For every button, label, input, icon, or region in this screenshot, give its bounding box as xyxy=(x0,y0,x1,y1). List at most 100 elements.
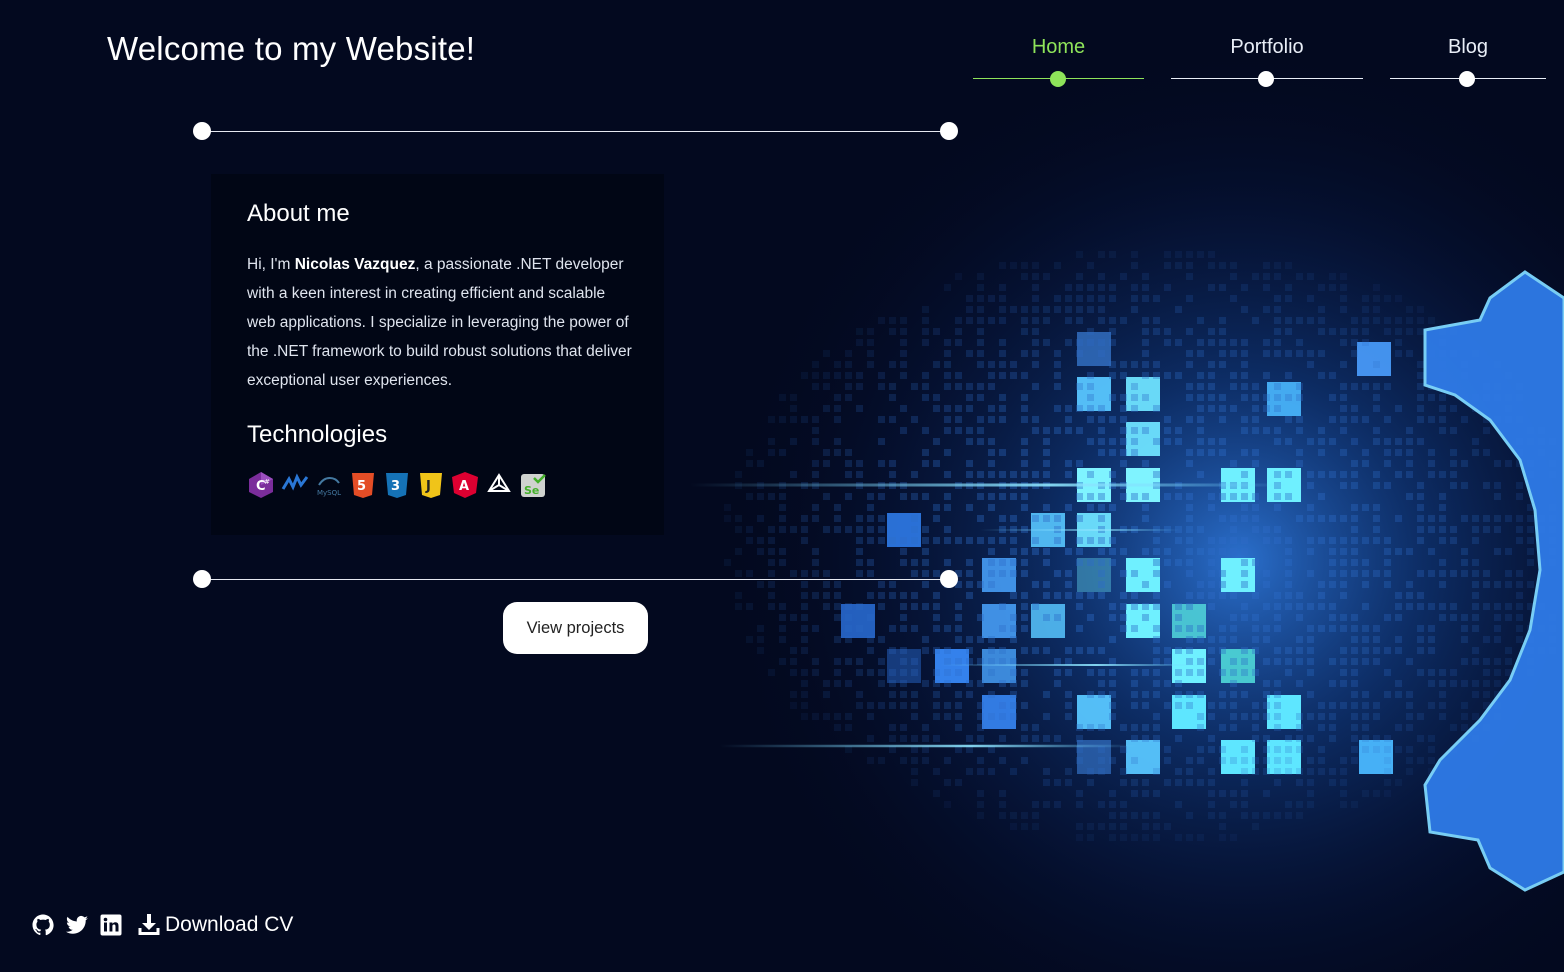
map-dot xyxy=(955,317,962,324)
map-dot xyxy=(977,438,984,445)
download-cv-link[interactable]: Download CV xyxy=(137,913,293,937)
map-dot xyxy=(1098,691,1105,698)
map-dot xyxy=(1032,581,1039,588)
map-dot xyxy=(933,702,940,709)
map-dot xyxy=(1208,636,1215,643)
twitter-icon[interactable] xyxy=(65,913,89,937)
map-dot xyxy=(1417,438,1424,445)
map-dot xyxy=(1263,658,1270,665)
map-dot xyxy=(878,636,885,643)
map-dot xyxy=(1120,834,1127,841)
map-dot xyxy=(1087,295,1094,302)
map-dot xyxy=(757,636,764,643)
map-dot xyxy=(878,493,885,500)
map-dot xyxy=(955,372,962,379)
map-dot xyxy=(988,636,995,643)
map-dot xyxy=(1285,570,1292,577)
map-dot xyxy=(1230,691,1237,698)
map-dot xyxy=(1208,570,1215,577)
map-dot xyxy=(735,592,742,599)
map-dot xyxy=(1307,537,1314,544)
map-dot xyxy=(1043,592,1050,599)
map-dot xyxy=(1428,416,1435,423)
map-dot xyxy=(955,713,962,720)
map-dot xyxy=(999,350,1006,357)
map-dot xyxy=(1010,548,1017,555)
map-dot xyxy=(1417,372,1424,379)
map-dot xyxy=(1109,295,1116,302)
map-dot xyxy=(1395,647,1402,654)
nav-portfolio[interactable]: Portfolio xyxy=(1171,36,1363,92)
map-dot xyxy=(977,317,984,324)
map-dot xyxy=(1329,559,1336,566)
map-dot xyxy=(1274,746,1281,753)
map-dot xyxy=(1274,658,1281,665)
map-dot xyxy=(1010,515,1017,522)
map-dot xyxy=(1065,284,1072,291)
map-dot xyxy=(1417,757,1424,764)
map-dot xyxy=(1087,691,1094,698)
map-dot xyxy=(1109,669,1116,676)
linkedin-icon[interactable] xyxy=(99,913,123,937)
map-dot xyxy=(1054,680,1061,687)
map-dot xyxy=(1417,735,1424,742)
map-dot xyxy=(1208,251,1215,258)
map-dot xyxy=(988,559,995,566)
map-dot xyxy=(1076,427,1083,434)
map-dot xyxy=(878,438,885,445)
map-dot xyxy=(1494,658,1501,665)
github-icon[interactable] xyxy=(31,913,55,937)
nav-portfolio-label: Portfolio xyxy=(1230,36,1304,58)
view-projects-button[interactable]: View projects xyxy=(503,602,648,654)
map-dot xyxy=(1065,339,1072,346)
map-dot xyxy=(922,735,929,742)
map-dot xyxy=(867,537,874,544)
map-dot xyxy=(933,768,940,775)
map-dot xyxy=(1142,361,1149,368)
divider-dot xyxy=(193,570,211,588)
map-dot xyxy=(1065,306,1072,313)
map-dot xyxy=(1076,383,1083,390)
map-dot xyxy=(900,680,907,687)
map-dot xyxy=(1285,471,1292,478)
map-dot xyxy=(955,691,962,698)
map-dot xyxy=(867,647,874,654)
nav-home[interactable]: Home xyxy=(973,36,1144,92)
pixel-tile xyxy=(1267,740,1301,774)
map-dot xyxy=(1076,801,1083,808)
map-dot xyxy=(1087,339,1094,346)
map-dot xyxy=(1241,779,1248,786)
map-dot xyxy=(1406,328,1413,335)
map-dot xyxy=(1362,702,1369,709)
map-dot xyxy=(878,416,885,423)
map-dot xyxy=(1087,471,1094,478)
map-dot xyxy=(1142,460,1149,467)
map-dot xyxy=(1131,438,1138,445)
map-dot xyxy=(1285,350,1292,357)
map-dot xyxy=(933,394,940,401)
map-dot xyxy=(1175,251,1182,258)
map-dot xyxy=(1219,262,1226,269)
map-dot xyxy=(1307,636,1314,643)
map-dot xyxy=(1450,526,1457,533)
map-dot xyxy=(1274,592,1281,599)
map-dot xyxy=(1450,471,1457,478)
map-dot xyxy=(1362,295,1369,302)
map-dot xyxy=(1098,757,1105,764)
map-dot xyxy=(1384,614,1391,621)
map-dot xyxy=(955,669,962,676)
map-dot xyxy=(1373,394,1380,401)
map-dot xyxy=(1065,768,1072,775)
map-dot xyxy=(1021,372,1028,379)
map-dot xyxy=(856,669,863,676)
nav-blog[interactable]: Blog xyxy=(1390,36,1546,92)
map-dot xyxy=(1153,559,1160,566)
map-dot xyxy=(1285,438,1292,445)
map-dot xyxy=(1450,537,1457,544)
map-dot xyxy=(900,405,907,412)
map-dot xyxy=(1153,790,1160,797)
map-dot xyxy=(845,394,852,401)
map-dot xyxy=(1164,559,1171,566)
map-dot xyxy=(1439,702,1446,709)
map-dot xyxy=(1450,603,1457,610)
